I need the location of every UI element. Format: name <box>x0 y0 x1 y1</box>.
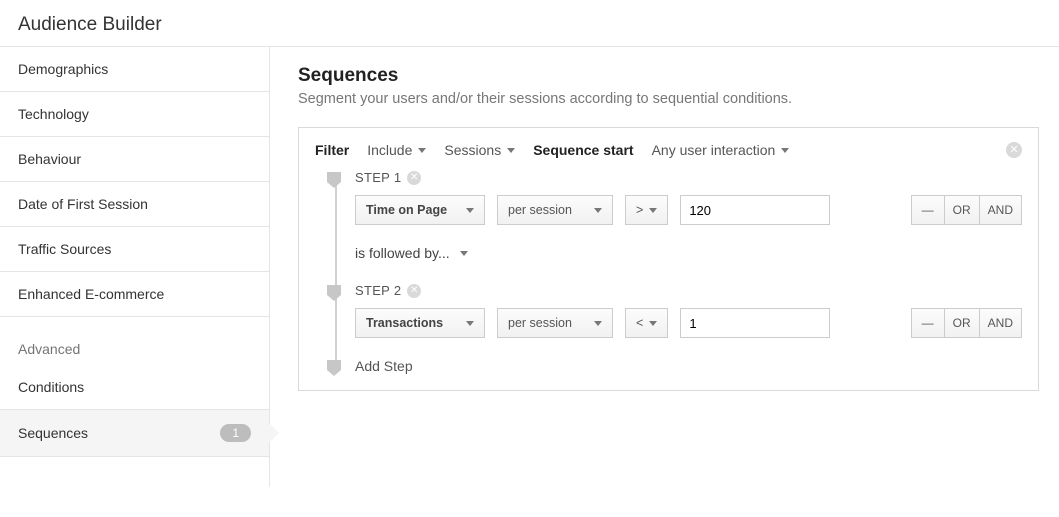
add-step-button[interactable]: Add Step <box>355 358 1022 374</box>
chevron-down-icon <box>781 148 789 153</box>
value-input[interactable] <box>680 195 830 225</box>
remove-condition-button[interactable]: — <box>911 308 945 338</box>
add-step-label: Add Step <box>355 358 413 374</box>
sequence-start-label: Sequence start <box>533 142 633 158</box>
step-marker-icon <box>327 360 341 376</box>
chevron-down-icon <box>649 321 657 326</box>
sequence-start-dropdown[interactable]: Any user interaction <box>652 142 790 158</box>
sidebar-group-advanced: Advanced <box>0 317 269 365</box>
condition-ops: — OR AND <box>911 308 1022 338</box>
step-header: STEP 1 ✕ <box>355 170 1022 185</box>
sequence-panel: Filter Include Sessions Sequence start A… <box>298 127 1039 391</box>
chevron-down-icon <box>466 321 474 326</box>
add-step-row: Add Step <box>329 358 1022 374</box>
condition-ops: — OR AND <box>911 195 1022 225</box>
step-label: STEP 1 <box>355 170 401 185</box>
dimension-label: Transactions <box>366 316 443 330</box>
remove-filter-button[interactable]: ✕ <box>1006 142 1022 158</box>
sidebar-item-demographics[interactable]: Demographics <box>0 47 269 92</box>
dimension-select[interactable]: Transactions <box>355 308 485 338</box>
condition-row: Transactions per session < <box>355 308 1022 338</box>
and-button[interactable]: AND <box>979 308 1022 338</box>
sidebar: Demographics Technology Behaviour Date o… <box>0 47 270 487</box>
sessions-dropdown-label: Sessions <box>444 142 501 158</box>
audience-builder-app: Audience Builder Demographics Technology… <box>0 0 1059 487</box>
step-marker-icon <box>327 172 341 188</box>
scope-label: per session <box>508 316 572 330</box>
include-dropdown[interactable]: Include <box>367 142 426 158</box>
scope-label: per session <box>508 203 572 217</box>
sidebar-item-technology[interactable]: Technology <box>0 92 269 137</box>
sidebar-item-label: Traffic Sources <box>18 241 111 257</box>
section-title: Sequences <box>298 65 1039 87</box>
remove-condition-button[interactable]: — <box>911 195 945 225</box>
sidebar-item-label: Technology <box>18 106 89 122</box>
step-header: STEP 2 ✕ <box>355 283 1022 298</box>
include-dropdown-label: Include <box>367 142 412 158</box>
sidebar-item-label: Sequences <box>18 425 88 441</box>
operator-label: < <box>636 316 643 330</box>
sidebar-item-label: Date of First Session <box>18 196 148 212</box>
chevron-down-icon <box>466 208 474 213</box>
or-button[interactable]: OR <box>944 195 980 225</box>
followed-by-dropdown[interactable]: is followed by... <box>355 245 1022 261</box>
sessions-dropdown[interactable]: Sessions <box>444 142 515 158</box>
dimension-select[interactable]: Time on Page <box>355 195 485 225</box>
chevron-down-icon <box>460 251 468 256</box>
operator-label: > <box>636 203 643 217</box>
operator-select[interactable]: < <box>625 308 668 338</box>
sidebar-item-label: Enhanced E-commerce <box>18 286 164 302</box>
step-block: STEP 2 ✕ Transactions per session <box>329 283 1022 338</box>
filter-bar: Filter Include Sessions Sequence start A… <box>299 128 1038 170</box>
sidebar-item-label: Conditions <box>18 379 84 395</box>
sequence-start-value: Any user interaction <box>652 142 776 158</box>
chevron-down-icon <box>594 208 602 213</box>
step-label: STEP 2 <box>355 283 401 298</box>
section-subtitle: Segment your users and/or their sessions… <box>298 91 1039 107</box>
sidebar-item-traffic-sources[interactable]: Traffic Sources <box>0 227 269 272</box>
scope-select[interactable]: per session <box>497 308 613 338</box>
condition-row: Time on Page per session > <box>355 195 1022 225</box>
and-button[interactable]: AND <box>979 195 1022 225</box>
sidebar-item-date-first-session[interactable]: Date of First Session <box>0 182 269 227</box>
dimension-label: Time on Page <box>366 203 447 217</box>
chevron-down-icon <box>594 321 602 326</box>
chevron-down-icon <box>649 208 657 213</box>
value-input[interactable] <box>680 308 830 338</box>
sidebar-item-label: Behaviour <box>18 151 81 167</box>
chevron-down-icon <box>507 148 515 153</box>
operator-select[interactable]: > <box>625 195 668 225</box>
or-button[interactable]: OR <box>944 308 980 338</box>
scope-select[interactable]: per session <box>497 195 613 225</box>
sidebar-item-behaviour[interactable]: Behaviour <box>0 137 269 182</box>
steps-container: STEP 1 ✕ Time on Page per session <box>299 170 1038 374</box>
count-badge: 1 <box>220 424 251 442</box>
sidebar-item-sequences[interactable]: Sequences 1 <box>0 410 269 457</box>
remove-step-button[interactable]: ✕ <box>407 284 421 298</box>
remove-step-button[interactable]: ✕ <box>407 171 421 185</box>
layout: Demographics Technology Behaviour Date o… <box>0 47 1059 487</box>
step-marker-icon <box>327 285 341 301</box>
step-block: STEP 1 ✕ Time on Page per session <box>329 170 1022 261</box>
page-title: Audience Builder <box>0 0 1059 47</box>
main-content: Sequences Segment your users and/or thei… <box>270 47 1059 487</box>
chevron-down-icon <box>418 148 426 153</box>
filter-label: Filter <box>315 142 349 158</box>
sidebar-item-label: Demographics <box>18 61 108 77</box>
sidebar-item-enhanced-ecommerce[interactable]: Enhanced E-commerce <box>0 272 269 317</box>
sidebar-item-conditions[interactable]: Conditions <box>0 365 269 410</box>
followed-by-label: is followed by... <box>355 245 450 261</box>
